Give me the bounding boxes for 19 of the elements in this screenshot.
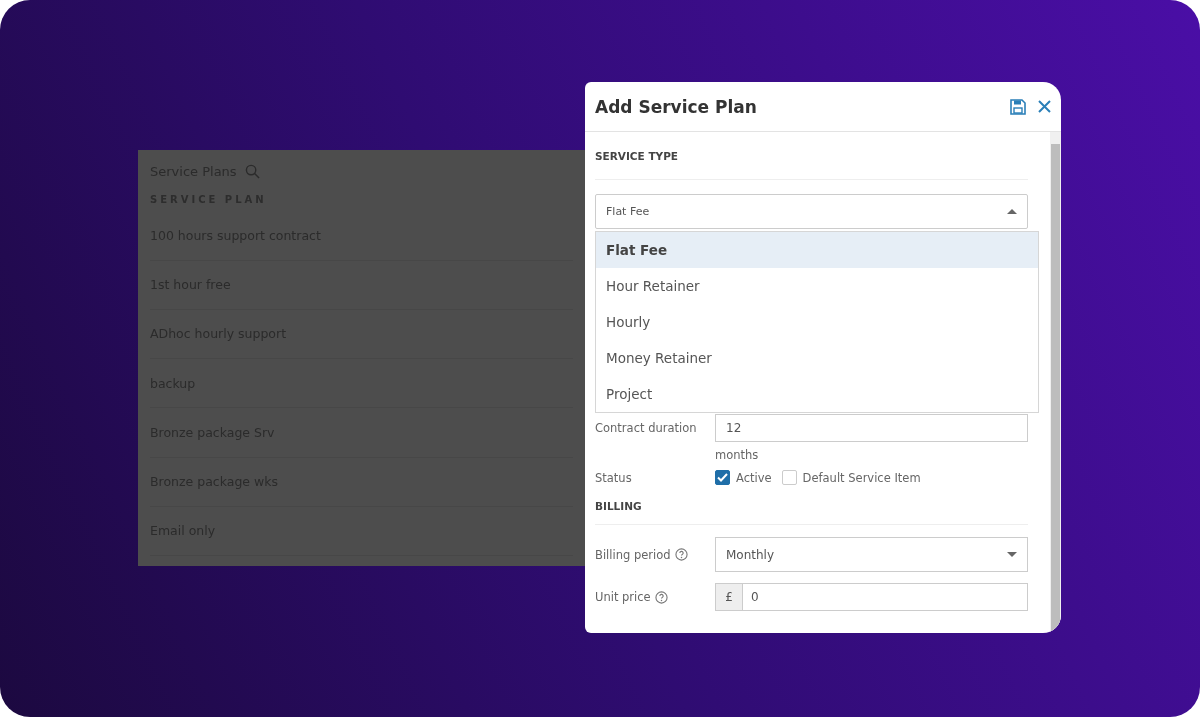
dropdown-option[interactable]: Flat Fee (596, 232, 1038, 268)
service-type-select[interactable]: Flat Fee (595, 194, 1028, 229)
field-label: Billing period (595, 547, 671, 562)
checkbox-label: Active (736, 470, 772, 485)
section-heading: BILLING (595, 499, 642, 512)
field-label: Status (595, 470, 633, 485)
dropdown-option[interactable]: Money Retainer (596, 340, 1038, 376)
unit-price-field[interactable]: £ 0 (715, 583, 1028, 611)
field-label: Unit price (595, 590, 651, 604)
dropdown-option[interactable]: Hour Retainer (596, 268, 1038, 304)
section-heading: SERVICE TYPE (595, 149, 679, 162)
billing-period-select[interactable]: Monthly (715, 537, 1028, 572)
unit-label: months (715, 448, 760, 462)
dialog-title: Add Service Plan (595, 96, 758, 117)
dropdown-option[interactable]: Hourly (596, 304, 1038, 340)
field-label: Contract duration (595, 420, 698, 435)
checkbox-label: Default Service Item (802, 470, 921, 485)
contract-duration-field[interactable]: 12 (715, 414, 1028, 442)
dropdown-option[interactable]: Project (596, 376, 1038, 412)
